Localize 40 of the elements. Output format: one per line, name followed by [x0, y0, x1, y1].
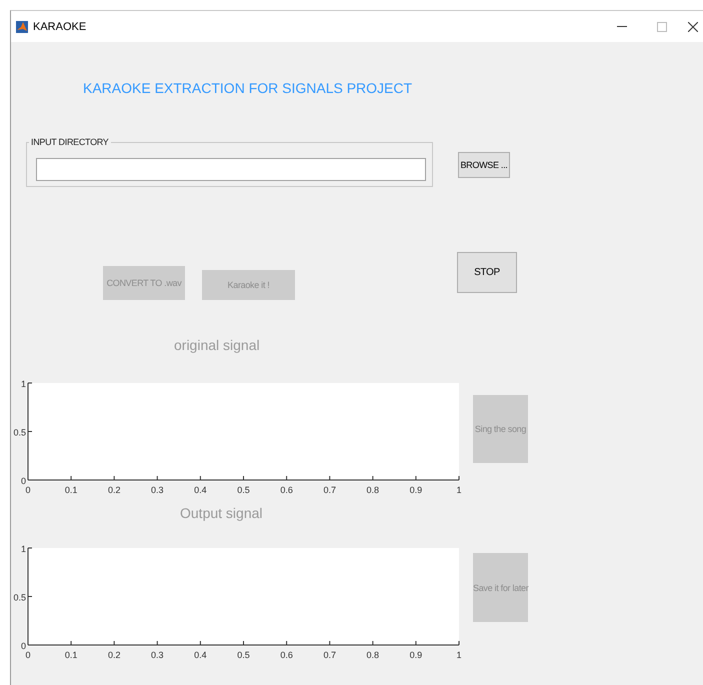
minimize-icon	[617, 26, 627, 27]
stop-button[interactable]: STOP	[457, 252, 517, 293]
tick-label: 0.4	[194, 485, 207, 495]
tick-label: 0.3	[151, 485, 164, 495]
tick-label: 1	[456, 485, 462, 495]
browse-button[interactable]: BROWSE ...	[458, 152, 510, 178]
tick-label: 0.5	[237, 485, 250, 495]
tick-label: 0.3	[151, 650, 164, 660]
tick-label: 1	[456, 650, 462, 660]
tick-label: 0	[26, 485, 30, 495]
tick-label: 0.6	[280, 485, 293, 495]
window-title: KARAOKE	[33, 20, 88, 32]
tick-label: 0.2	[108, 650, 120, 660]
tick-label: 0.5	[13, 428, 26, 438]
tick-label: 0	[26, 650, 30, 660]
tick-label: 0.7	[323, 485, 336, 495]
tick-label: 0.9	[410, 485, 422, 495]
app-heading: KARAOKE EXTRACTION FOR SIGNALS PROJECT	[83, 80, 412, 96]
tick-label: 0.8	[366, 650, 380, 660]
tick-label: 0.5	[13, 592, 26, 602]
tick-label: 0.2	[108, 485, 120, 495]
maximize-icon	[657, 22, 667, 32]
tick-label: 0.1	[64, 650, 78, 660]
tick-label: 0.9	[410, 650, 422, 660]
tick-label: 1	[20, 379, 26, 389]
tick-label: 0.4	[194, 650, 207, 660]
close-icon	[688, 22, 698, 32]
plot-caption: original signal	[174, 337, 260, 353]
tick-label: 0.1	[64, 485, 78, 495]
panel-title: INPUT DIRECTORY	[29, 137, 111, 147]
app-logo-icon	[16, 20, 28, 32]
tick-label: 0	[20, 476, 26, 486]
tick-label: 0.5	[237, 650, 250, 660]
tick-label: 1	[20, 544, 26, 554]
tick-label: 0.7	[323, 650, 336, 660]
directory-field[interactable]	[36, 158, 426, 181]
tick-label: 0.6	[280, 650, 293, 660]
plot-caption: Output signal	[180, 505, 262, 521]
tick-label: 0	[20, 641, 26, 651]
tick-label: 0.8	[366, 485, 380, 495]
